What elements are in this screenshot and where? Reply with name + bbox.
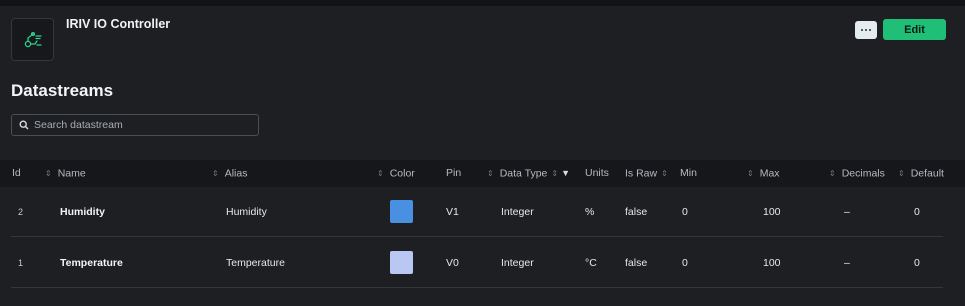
filter-icon[interactable]: ▼: [561, 160, 570, 187]
row-divider: [11, 236, 943, 237]
color-swatch: [390, 200, 413, 223]
dot-icon: [861, 29, 864, 31]
cell-max: 100: [763, 257, 781, 269]
dot-icon: [865, 29, 867, 31]
sensor-device-icon: [11, 18, 54, 61]
column-header-data-type[interactable]: ⇕ Data Type ⇕ ▼: [487, 160, 570, 187]
column-header-id[interactable]: Id: [12, 160, 21, 187]
cell-alias: Humidity: [226, 206, 267, 218]
sort-icon: ⇕: [377, 169, 384, 178]
cell-name[interactable]: Temperature: [60, 238, 123, 288]
cell-name[interactable]: Humidity: [60, 187, 105, 237]
search-input[interactable]: [34, 119, 254, 131]
cell-pin: V1: [446, 206, 459, 218]
cell-is-raw: false: [625, 206, 648, 218]
color-swatch: [390, 251, 413, 274]
column-header-color[interactable]: ⇕ Color: [377, 160, 415, 187]
column-header-name[interactable]: ⇕ Name: [45, 160, 86, 187]
column-header-pin[interactable]: Pin: [446, 160, 461, 187]
cell-default: 0: [914, 206, 920, 218]
column-header-min[interactable]: Min: [680, 160, 697, 187]
search-box[interactable]: [11, 114, 259, 136]
cell-default: 0: [914, 257, 920, 269]
sort-icon: ⇕: [212, 169, 219, 178]
cell-data-type: Integer: [501, 206, 534, 218]
column-header-alias[interactable]: ⇕ Alias: [212, 160, 247, 187]
cell-max: 100: [763, 206, 781, 218]
table-header: Id ⇕ Name ⇕ Alias ⇕ Color Pin ⇕ Data Type ⇕ ▼ …: [0, 160, 965, 187]
column-header-max[interactable]: ⇕ Max: [747, 160, 780, 187]
column-header-default[interactable]: ⇕ Default: [898, 160, 944, 187]
cell-units: °C: [585, 257, 597, 269]
top-strip: [0, 0, 965, 6]
column-header-is-raw[interactable]: Is Raw ⇕: [625, 160, 668, 187]
table-row[interactable]: 2 Humidity Humidity V1 Integer % false 0…: [0, 187, 965, 237]
more-options-button[interactable]: [855, 21, 877, 39]
table-row[interactable]: 1 Temperature Temperature V0 Integer °C …: [0, 238, 965, 288]
cell-alias: Temperature: [226, 257, 285, 269]
sort-icon: ⇕: [661, 169, 668, 178]
cell-pin: V0: [446, 257, 459, 269]
cell-min: 0: [682, 257, 688, 269]
sort-icon: ⇕: [45, 169, 52, 178]
cell-id: 1: [18, 258, 24, 268]
sort-icon: ⇕: [829, 169, 836, 178]
edit-button[interactable]: Edit: [883, 19, 946, 40]
sort-icon: ⇕: [487, 169, 494, 178]
sort-icon: ⇕: [551, 169, 559, 178]
cell-decimals: –: [844, 257, 850, 269]
cell-units: %: [585, 206, 595, 218]
cell-min: 0: [682, 206, 688, 218]
column-header-decimals[interactable]: ⇕ Decimals: [829, 160, 885, 187]
column-header-units[interactable]: Units: [585, 160, 609, 187]
sort-icon: ⇕: [898, 169, 905, 178]
sort-icon: ⇕: [747, 169, 754, 178]
cell-decimals: –: [844, 206, 850, 218]
row-divider: [11, 287, 943, 288]
cell-is-raw: false: [625, 257, 648, 269]
search-icon: [19, 120, 29, 130]
dot-icon: [868, 29, 871, 31]
cell-id: 2: [18, 207, 24, 217]
device-title: IRIV IO Controller: [66, 17, 171, 31]
cell-data-type: Integer: [501, 257, 534, 269]
section-title: Datastreams: [11, 81, 114, 100]
